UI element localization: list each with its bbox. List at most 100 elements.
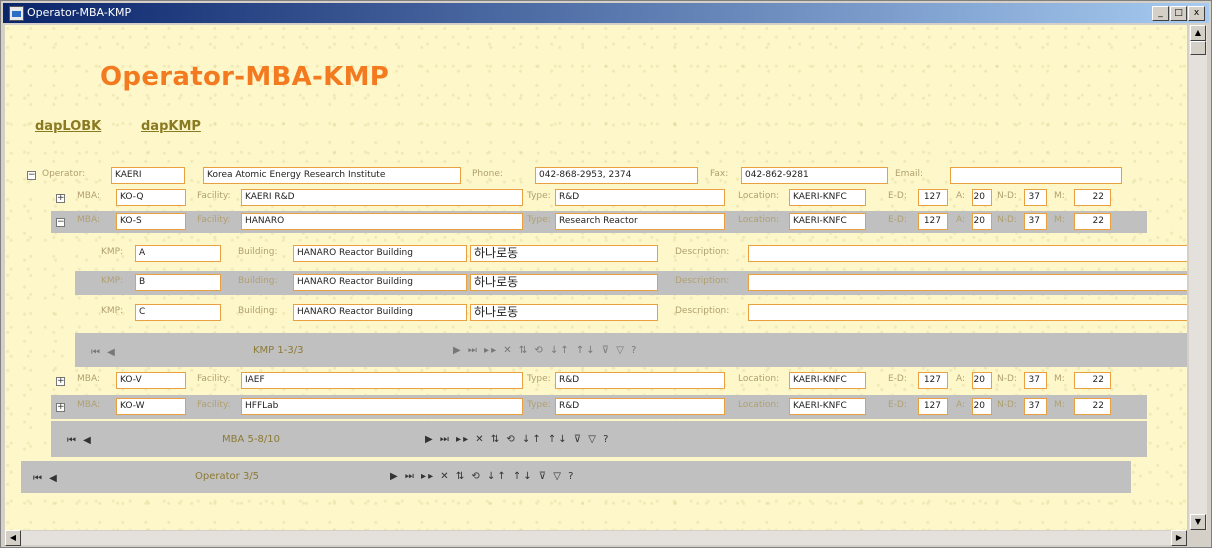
location-field[interactable]: KAERI-KNFC	[789, 213, 866, 230]
facility-field[interactable]: HANARO	[241, 213, 523, 230]
m-label: M:	[1054, 400, 1065, 410]
kmp-field[interactable]: C	[135, 304, 221, 321]
n-field[interactable]: 37	[1024, 398, 1047, 415]
app-icon	[9, 6, 24, 21]
expand-mba-icon[interactable]: +	[56, 377, 65, 386]
location-field[interactable]: KAERI-KNFC	[789, 189, 866, 206]
building-label: Building:	[238, 247, 278, 257]
scroll-down-icon[interactable]: ▼	[1190, 514, 1206, 530]
location-field[interactable]: KAERI-KNFC	[789, 372, 866, 389]
email-field[interactable]	[950, 167, 1122, 184]
a-field[interactable]: 20	[972, 372, 992, 389]
expand-mba-icon[interactable]: +	[56, 403, 65, 412]
building-field[interactable]: HANARO Reactor Building	[293, 304, 467, 321]
location-label: Location:	[738, 215, 780, 225]
description-label: Description:	[675, 247, 730, 257]
m-label: M:	[1054, 215, 1065, 225]
operator-label: Operator:	[42, 169, 86, 179]
operator-id-field[interactable]: KAERI	[111, 167, 185, 184]
scroll-up-icon[interactable]: ▲	[1190, 25, 1206, 41]
mba-nav-tools[interactable]: ▶ ⏭ ▸▸ ✕ ⇅ ⟲ ↓↑ ↑↓ ⊽ ▽ ?	[425, 434, 611, 445]
phone-field[interactable]: 042-868-2953, 2374	[535, 167, 698, 184]
horizontal-scrollbar[interactable]: ◀ ▶	[5, 530, 1187, 546]
e-field[interactable]: 127	[918, 189, 948, 206]
m-field[interactable]: 22	[1074, 372, 1111, 389]
a-field[interactable]: 20	[972, 213, 992, 230]
a-field[interactable]: 20	[972, 398, 992, 415]
building-field[interactable]: HANARO Reactor Building	[293, 274, 467, 291]
mba-record-counter: MBA 5-8/10	[222, 434, 280, 445]
kmp-record-counter: KMP 1-3/3	[253, 345, 304, 356]
type-field[interactable]: R&D	[555, 189, 725, 206]
location-label: Location:	[738, 400, 780, 410]
facility-field[interactable]: HFFLab	[241, 398, 523, 415]
title-bar: Operator-MBA-KMP _ □ x	[3, 3, 1209, 23]
building-field[interactable]: HANARO Reactor Building	[293, 245, 467, 262]
operator-nav-bar	[21, 461, 1131, 493]
fax-field[interactable]: 042-862-9281	[741, 167, 888, 184]
a-label: A:	[956, 374, 966, 384]
collapse-mba-icon[interactable]: −	[56, 218, 65, 227]
e-label: E-D:	[888, 374, 907, 384]
description-field[interactable]	[748, 245, 1187, 262]
mba-field[interactable]: KO-S	[116, 213, 186, 230]
type-label: Type:	[527, 374, 551, 384]
location-field[interactable]: KAERI-KNFC	[789, 398, 866, 415]
a-field[interactable]: 20	[972, 189, 992, 206]
facility-label: Facility:	[197, 400, 231, 410]
e-field[interactable]: 127	[918, 398, 948, 415]
building-label: Building:	[238, 276, 278, 286]
maximize-button[interactable]: □	[1170, 6, 1187, 21]
phone-label: Phone:	[472, 169, 503, 179]
kmp-label: KMP:	[101, 276, 124, 286]
n-field[interactable]: 37	[1024, 189, 1047, 206]
e-field[interactable]: 127	[918, 213, 948, 230]
type-field[interactable]: R&D	[555, 372, 725, 389]
building-kr-field[interactable]: 하나로동	[470, 274, 658, 291]
n-field[interactable]: 37	[1024, 372, 1047, 389]
minimize-button[interactable]: _	[1152, 6, 1169, 21]
link-daplobk[interactable]: dapLOBK	[35, 119, 101, 134]
kmp-nav-tools[interactable]: ▶ ⏭ ▸▸ ✕ ⇅ ⟲ ↓↑ ↑↓ ⊽ ▽ ?	[453, 345, 639, 356]
expand-mba-icon[interactable]: +	[56, 194, 65, 203]
n-label: N-D:	[997, 215, 1017, 225]
scroll-left-icon[interactable]: ◀	[5, 530, 21, 546]
mba-first-prev-buttons[interactable]: ⏮ ◀	[67, 435, 93, 446]
a-label: A:	[956, 215, 966, 225]
collapse-operator-icon[interactable]: −	[27, 171, 36, 180]
mba-field[interactable]: KO-W	[116, 398, 186, 415]
n-label: N-D:	[997, 400, 1017, 410]
type-field[interactable]: Research Reactor	[555, 213, 725, 230]
close-button[interactable]: x	[1188, 6, 1205, 21]
operator-nav-tools[interactable]: ▶ ⏭ ▸▸ ✕ ⇅ ⟲ ↓↑ ↑↓ ⊽ ▽ ?	[390, 471, 576, 482]
m-field[interactable]: 22	[1074, 189, 1111, 206]
operator-first-prev-buttons[interactable]: ⏮ ◀	[33, 473, 59, 484]
facility-field[interactable]: IAEF	[241, 372, 523, 389]
type-field[interactable]: R&D	[555, 398, 725, 415]
kmp-field[interactable]: A	[135, 245, 221, 262]
kmp-field[interactable]: B	[135, 274, 221, 291]
form-canvas: Operator-MBA-KMP dapLOBK dapKMP − Operat…	[5, 25, 1187, 530]
scroll-thumb[interactable]	[1190, 41, 1206, 55]
m-label: M:	[1054, 374, 1065, 384]
m-field[interactable]: 22	[1074, 398, 1111, 415]
mba-field[interactable]: KO-V	[116, 372, 186, 389]
type-label: Type:	[527, 400, 551, 410]
kmp-first-prev-buttons[interactable]: ⏮ ◀	[91, 347, 117, 358]
building-kr-field[interactable]: 하나로동	[470, 304, 658, 321]
building-kr-field[interactable]: 하나로동	[470, 245, 658, 262]
mba-field[interactable]: KO-Q	[116, 189, 186, 206]
n-label: N-D:	[997, 191, 1017, 201]
m-field[interactable]: 22	[1074, 213, 1111, 230]
vertical-scrollbar[interactable]: ▲ ▼	[1189, 25, 1207, 530]
operator-name-field[interactable]: Korea Atomic Energy Research Institute	[203, 167, 461, 184]
facility-field[interactable]: KAERI R&D	[241, 189, 523, 206]
facility-label: Facility:	[197, 215, 231, 225]
link-dapkmp[interactable]: dapKMP	[141, 119, 201, 134]
e-field[interactable]: 127	[918, 372, 948, 389]
description-field[interactable]	[748, 304, 1187, 321]
description-field[interactable]	[748, 274, 1187, 291]
n-field[interactable]: 37	[1024, 213, 1047, 230]
scroll-right-icon[interactable]: ▶	[1171, 530, 1187, 546]
fax-label: Fax:	[710, 169, 729, 179]
